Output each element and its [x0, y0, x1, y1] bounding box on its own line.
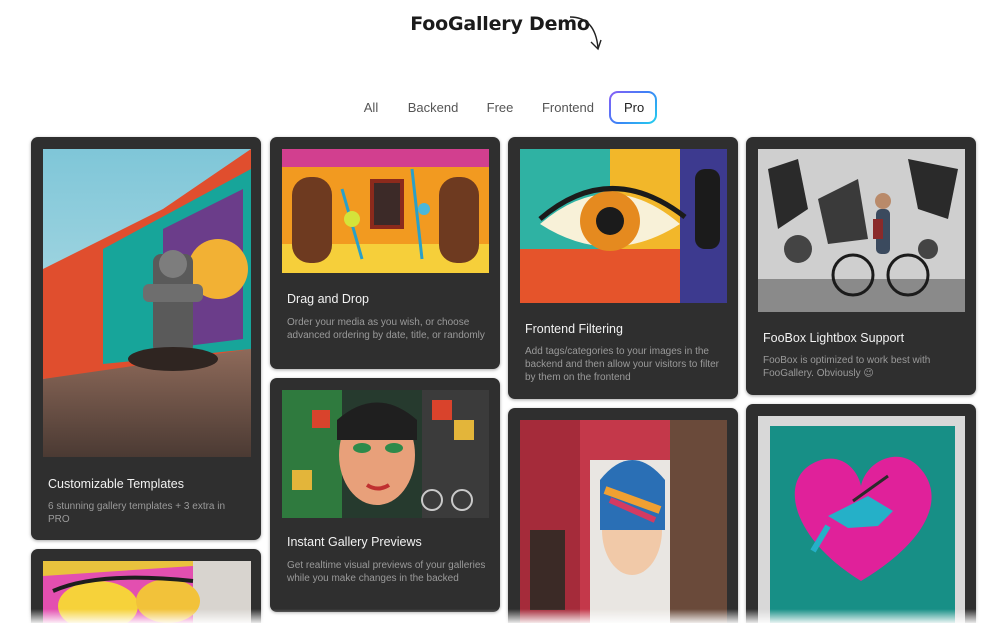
- bottom-fade: [0, 609, 1000, 623]
- gallery-card-filtering[interactable]: Frontend Filtering Add tags/categories t…: [508, 137, 738, 399]
- filter-all[interactable]: All: [358, 91, 384, 124]
- card-description: FooBox is optimized to work best with Fo…: [763, 355, 931, 379]
- filter-backend[interactable]: Backend: [404, 91, 462, 124]
- curved-arrow-icon: [569, 16, 602, 51]
- gallery-card-heart[interactable]: [746, 404, 976, 623]
- filter-bar: All Backend Free Frontend Pro: [0, 91, 1000, 124]
- gallery-image-hydrant[interactable]: [43, 149, 251, 457]
- gallery-image-portrait[interactable]: [520, 420, 727, 623]
- page-title: FooGallery Demo: [410, 13, 590, 35]
- card-title: Instant Gallery Previews: [287, 535, 422, 549]
- card-title: Drag and Drop: [287, 292, 369, 306]
- card-description: Get realtime visual previews of your gal…: [287, 560, 486, 584]
- card-description: 6 stunning gallery templates + 3 extra i…: [48, 501, 226, 525]
- gallery-image-building[interactable]: [282, 149, 489, 273]
- filter-pro[interactable]: Pro: [609, 91, 657, 124]
- card-description: Add tags/categories to your images in th…: [525, 346, 719, 383]
- filter-free[interactable]: Free: [482, 91, 518, 124]
- card-description: Order your media as you wish, or choose …: [287, 317, 485, 341]
- gallery-card-foobox[interactable]: FooBox Lightbox Support FooBox is optimi…: [746, 137, 976, 395]
- card-title: Customizable Templates: [48, 477, 184, 491]
- gallery-image-bicycle[interactable]: [758, 149, 965, 312]
- gallery-image-eye[interactable]: [520, 149, 727, 303]
- filter-frontend[interactable]: Frontend: [539, 91, 597, 124]
- card-title: Frontend Filtering: [525, 322, 623, 336]
- gallery-card-portrait[interactable]: [508, 408, 738, 623]
- gallery-card-templates[interactable]: Customizable Templates 6 stunning galler…: [31, 137, 261, 540]
- gallery-image-heart[interactable]: [758, 416, 965, 623]
- card-title: FooBox Lightbox Support: [763, 331, 905, 345]
- gallery-card-previews[interactable]: Instant Gallery Previews Get realtime vi…: [270, 378, 500, 612]
- gallery-image-face[interactable]: [282, 390, 489, 518]
- gallery-card-drag[interactable]: Drag and Drop Order your media as you wi…: [270, 137, 500, 369]
